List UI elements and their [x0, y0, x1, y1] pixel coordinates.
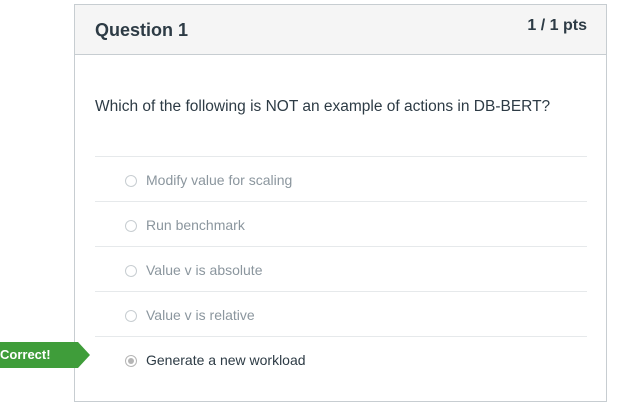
question-card: Question 1 1 / 1 pts Which of the follow…	[74, 4, 607, 402]
answer-label: Value v is relative	[146, 307, 255, 323]
question-title: Question 1	[95, 20, 189, 40]
radio-button[interactable]	[125, 175, 137, 187]
correct-badge-label: Correct!	[0, 347, 51, 362]
answer-list: Modify value for scaling Run benchmark V…	[95, 156, 587, 381]
answer-label: Modify value for scaling	[146, 172, 293, 188]
quiz-page: Question 1 1 / 1 pts Which of the follow…	[0, 0, 624, 411]
question-header: Question 1 1 / 1 pts	[75, 5, 606, 55]
answer-label: Generate a new workload	[146, 352, 306, 368]
answer-option[interactable]: Value v is relative	[95, 292, 587, 337]
radio-button[interactable]	[125, 310, 137, 322]
answer-option[interactable]: Modify value for scaling	[95, 157, 587, 202]
answer-option[interactable]: Run benchmark	[95, 202, 587, 247]
radio-button[interactable]	[125, 220, 137, 232]
answer-label: Value v is absolute	[146, 262, 263, 278]
answer-option[interactable]: Value v is absolute	[95, 247, 587, 292]
answer-option-selected[interactable]: Generate a new workload	[95, 337, 587, 381]
correct-answer-badge: Correct!	[0, 342, 90, 368]
radio-button[interactable]	[125, 265, 137, 277]
radio-button-selected[interactable]	[125, 355, 137, 367]
question-points: 1 / 1 pts	[527, 17, 587, 34]
answer-label: Run benchmark	[146, 217, 245, 233]
question-text: Which of the following is NOT an example…	[95, 98, 551, 115]
